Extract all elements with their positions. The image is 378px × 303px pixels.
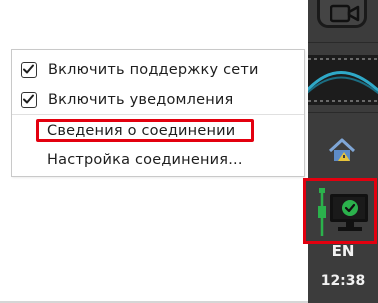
highlight-box	[36, 119, 254, 142]
network-manager-tray-icon	[328, 138, 356, 161]
enable-notifications-checkbox[interactable]	[21, 92, 37, 108]
network-connected-icon	[318, 188, 368, 236]
network-manager-tray-button[interactable]	[328, 136, 356, 164]
checkmark-icon	[23, 64, 34, 74]
menu-item-enable-notifications[interactable]: Включить уведомления	[12, 86, 304, 114]
panel-divider	[308, 42, 378, 43]
menu-item-label: Включить поддержку сети	[48, 62, 259, 78]
clock[interactable]: 12:38	[308, 273, 378, 289]
menu-item-label: Включить уведомления	[48, 92, 234, 108]
desktop-screen: Включить поддержку сети Включить уведомл…	[0, 0, 378, 303]
enable-networking-checkbox[interactable]	[21, 62, 37, 78]
menu-item-enable-networking[interactable]: Включить поддержку сети	[12, 56, 304, 84]
menu-item-edit-connections[interactable]: Настройка соединения...	[12, 146, 304, 174]
decorative-stripes	[308, 58, 378, 102]
menu-separator	[12, 114, 304, 115]
checkmark-icon	[23, 94, 34, 104]
network-connected-button[interactable]	[303, 178, 377, 244]
menu-item-label: Настройка соединения...	[47, 152, 243, 168]
video-camera-icon	[330, 4, 360, 23]
video-camera-button[interactable]	[317, 0, 367, 28]
panel-decoration	[308, 55, 378, 105]
keyboard-layout-indicator[interactable]: EN	[308, 242, 378, 260]
panel-divider	[308, 112, 378, 113]
network-context-menu: Включить поддержку сети Включить уведомл…	[11, 49, 305, 177]
